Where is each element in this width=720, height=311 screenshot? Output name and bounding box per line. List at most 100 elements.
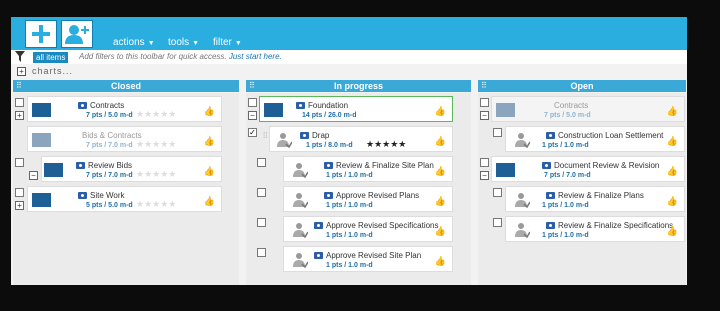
card-approve-revised-site-plan[interactable]: Approve Revised Site Plan 1 pts / 1.0 m-… <box>283 246 453 272</box>
thumbs-up-icon[interactable]: 👍 <box>204 196 215 207</box>
tag-icon <box>314 252 323 259</box>
card-approve-revised-specifications[interactable]: Approve Revised Specifications 1 pts / 1… <box>283 216 453 242</box>
column-title-in-progress: In progress <box>333 81 383 91</box>
add-user-button[interactable] <box>61 20 93 48</box>
card-drap[interactable]: Drap 1 pts / 8.0 m-d ★★★★★ 👍 <box>269 126 453 152</box>
expand-toggle[interactable]: + <box>15 111 24 120</box>
filter-menu[interactable]: filter ▼ <box>213 37 242 48</box>
person-task-icon <box>293 163 308 178</box>
folder-icon <box>32 103 51 117</box>
card-bids-contracts[interactable]: Bids & Contracts 7 pts / 7.0 m-d ★★★★★ 👍 <box>27 126 222 152</box>
all-items-chip[interactable]: all items <box>33 52 69 63</box>
card-construction-loan-settlement[interactable]: Construction Loan Settlement 1 pts / 1.0… <box>505 126 685 152</box>
thumbs-up-icon[interactable]: 👍 <box>667 136 678 147</box>
card-review-finalize-site-plan[interactable]: Review & Finalize Site Plan 1 pts / 1.0 … <box>283 156 453 182</box>
column-header-closed[interactable]: ⠿ Closed <box>13 80 239 92</box>
card-document-review-revision[interactable]: Document Review & Revision 7 pts / 7.0 m… <box>491 156 685 182</box>
drag-handle-icon[interactable]: ⠿ <box>249 80 255 92</box>
plus-icon <box>32 25 50 43</box>
thumbs-up-icon[interactable]: 👍 <box>435 166 446 177</box>
collapse-toggle[interactable]: − <box>248 111 257 120</box>
card-checkbox[interactable] <box>15 158 24 167</box>
card-review-finalize-plans[interactable]: Review & Finalize Plans 1 pts / 1.0 m-d … <box>505 186 685 212</box>
thumbs-up-icon[interactable]: 👍 <box>667 226 678 237</box>
card-checkbox-checked[interactable]: ✓ <box>248 128 257 137</box>
thumbs-up-icon[interactable]: 👍 <box>435 196 446 207</box>
folder-icon <box>44 163 63 177</box>
star-rating[interactable]: ★★★★★ <box>136 109 176 120</box>
collapse-toggle[interactable]: − <box>480 111 489 120</box>
card-title: Document Review & Revision <box>542 161 659 170</box>
tag-icon <box>76 162 85 169</box>
star-rating[interactable]: ★★★★★ <box>366 139 406 150</box>
card-checkbox[interactable] <box>493 128 502 137</box>
card-checkbox[interactable] <box>15 98 24 107</box>
card-contracts[interactable]: Contracts 7 pts / 5.0 m-d ★★★★★ 👍 <box>27 96 222 122</box>
card-open-contracts[interactable]: Contracts 7 pts / 5.0 m-d 👍 <box>491 96 685 122</box>
card-approve-revised-plans[interactable]: Approve Revised Plans 1 pts / 1.0 m-d 👍 <box>283 186 453 212</box>
thumbs-up-icon[interactable]: 👍 <box>435 136 446 147</box>
filter-hint: Add filters to this toolbar for quick ac… <box>79 52 282 61</box>
expand-toggle[interactable]: + <box>15 201 24 210</box>
expand-charts-toggle[interactable]: + <box>17 67 26 76</box>
card-checkbox[interactable] <box>257 218 266 227</box>
tag-icon <box>300 132 309 139</box>
drag-handle-icon[interactable]: ⠿ <box>16 80 22 92</box>
column-header-in-progress[interactable]: ⠿ In progress <box>246 80 471 92</box>
card-checkbox[interactable] <box>257 158 266 167</box>
thumbs-up-icon[interactable]: 👍 <box>204 166 215 177</box>
thumbs-up-icon[interactable]: 👍 <box>667 106 678 117</box>
column-header-open[interactable]: ⠿ Open <box>478 80 686 92</box>
card-title: Drap <box>300 131 329 140</box>
charts-label[interactable]: charts... <box>32 66 73 76</box>
card-checkbox[interactable] <box>15 188 24 197</box>
collapse-toggle[interactable]: − <box>480 171 489 180</box>
thumbs-up-icon[interactable]: 👍 <box>204 136 215 147</box>
star-rating[interactable]: ★★★★★ <box>136 199 176 210</box>
thumbs-up-icon[interactable]: 👍 <box>435 106 446 117</box>
card-checkbox[interactable] <box>257 188 266 197</box>
card-meta: 7 pts / 5.0 m-d <box>86 112 133 119</box>
card-checkbox[interactable] <box>248 98 257 107</box>
card-title: Approve Revised Specifications <box>314 221 439 230</box>
card-title: Approve Revised Plans <box>324 191 419 200</box>
card-title: Foundation <box>296 101 348 110</box>
card-site-work[interactable]: Site Work 5 pts / 5.0 m-d ★★★★★ 👍 <box>27 186 222 212</box>
person-task-icon <box>277 133 292 148</box>
top-toolbar: actions ▼ tools ▼ filter ▼ <box>11 17 687 50</box>
folder-icon <box>496 103 515 117</box>
card-checkbox[interactable] <box>257 248 266 257</box>
chevron-down-icon: ▼ <box>147 40 155 47</box>
folder-icon <box>32 133 51 147</box>
thumbs-up-icon[interactable]: 👍 <box>667 166 678 177</box>
card-checkbox[interactable] <box>480 98 489 107</box>
drag-handle-icon[interactable]: ⠿ <box>481 80 487 92</box>
card-meta: 1 pts / 1.0 m-d <box>542 202 589 209</box>
card-checkbox[interactable] <box>493 218 502 227</box>
card-checkbox[interactable] <box>480 158 489 167</box>
card-checkbox[interactable] <box>493 188 502 197</box>
thumbs-up-icon[interactable]: 👍 <box>435 226 446 237</box>
thumbs-up-icon[interactable]: 👍 <box>435 256 446 267</box>
add-item-button[interactable] <box>25 20 57 48</box>
tools-menu[interactable]: tools ▼ <box>168 37 199 48</box>
thumbs-up-icon[interactable]: 👍 <box>204 106 215 117</box>
tag-icon <box>314 222 323 229</box>
star-rating[interactable]: ★★★★★ <box>136 169 176 180</box>
star-rating[interactable]: ★★★★★ <box>136 139 176 150</box>
card-foundation[interactable]: Foundation 14 pts / 26.0 m-d 👍 <box>259 96 453 122</box>
person-task-icon <box>293 253 308 268</box>
collapse-toggle[interactable]: − <box>29 171 38 180</box>
funnel-icon[interactable] <box>15 51 25 62</box>
person-task-icon <box>293 223 308 238</box>
tag-icon <box>78 192 87 199</box>
card-review-bids[interactable]: Review Bids 7 pts / 7.0 m-d ★★★★★ 👍 <box>41 156 222 182</box>
filter-hint-link[interactable]: Just start here. <box>229 52 282 61</box>
thumbs-up-icon[interactable]: 👍 <box>667 196 678 207</box>
folder-icon <box>496 163 515 177</box>
card-meta: 7 pts / 7.0 m-d <box>544 172 591 179</box>
actions-menu[interactable]: actions ▼ <box>113 37 155 48</box>
drag-handle-icon[interactable]: ⁞⁞ <box>263 131 267 140</box>
person-task-icon <box>293 193 308 208</box>
card-review-finalize-specifications[interactable]: Review & Finalize Specifications 1 pts /… <box>505 216 685 242</box>
